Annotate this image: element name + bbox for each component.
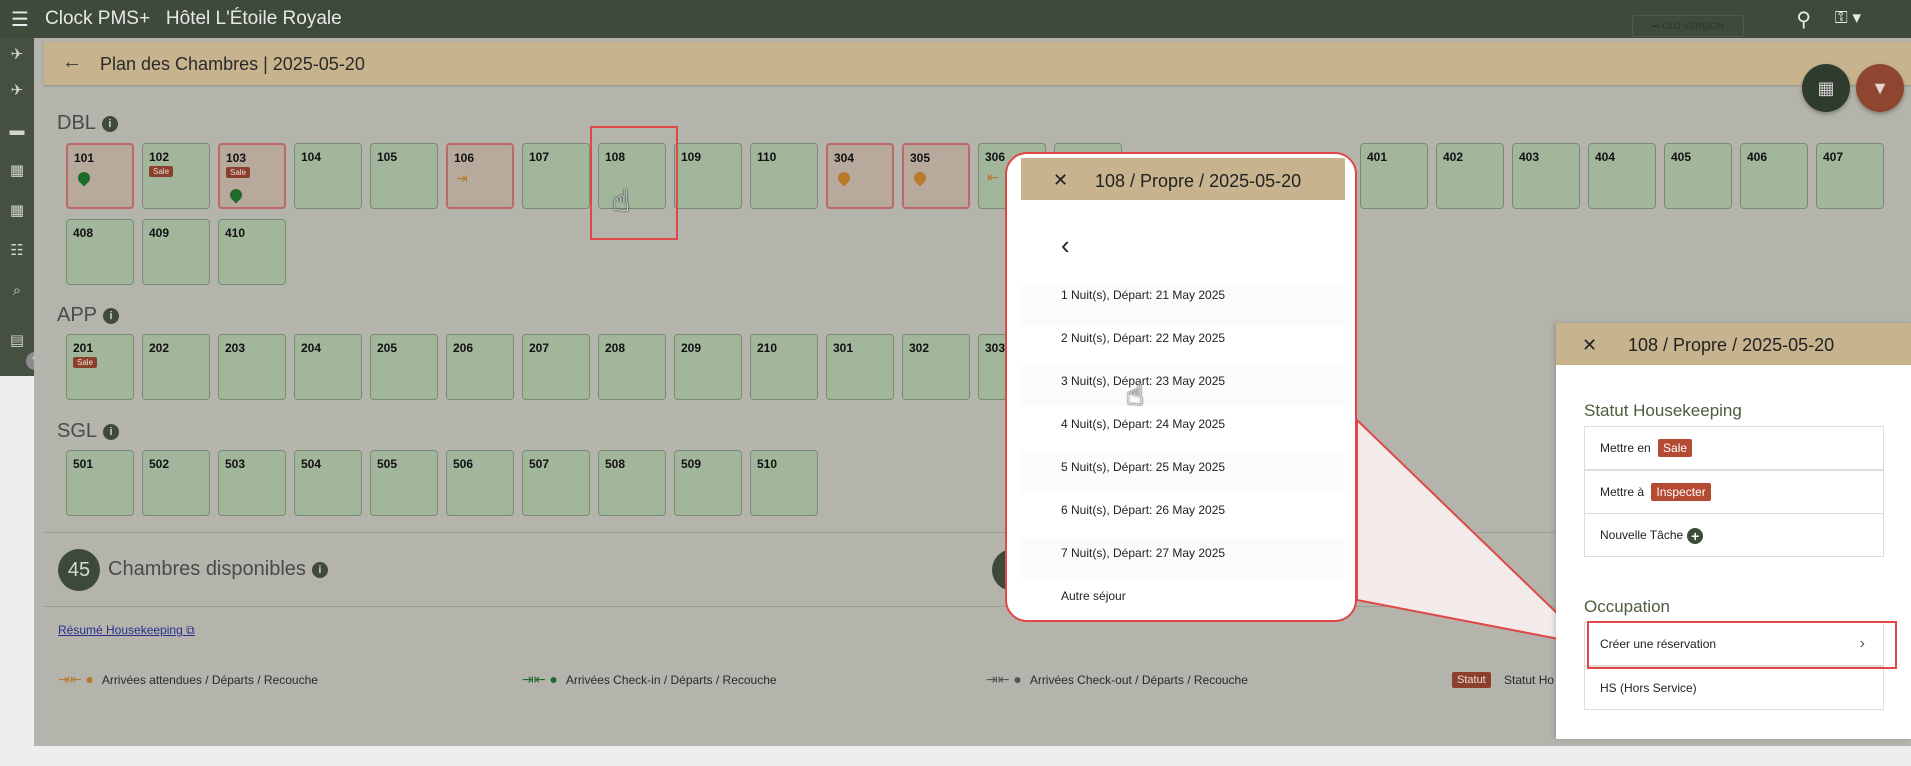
add-icon: + [1687, 528, 1704, 544]
stay-option[interactable]: 4 Nuit(s), Départ: 24 May 2025 [1061, 417, 1225, 431]
sale-tag: Sale [1658, 439, 1693, 457]
stay-option[interactable]: 7 Nuit(s), Départ: 27 May 2025 [1061, 546, 1225, 560]
housekeeping-heading: Statut Housekeeping [1584, 401, 1742, 420]
create-reservation-highlight [1587, 621, 1897, 669]
popup-header: ✕ 108 / Propre / 2025-05-20 [1021, 158, 1345, 200]
panel-header: ✕ 108 / Propre / 2025-05-20 [1556, 323, 1911, 365]
out-of-service-item[interactable]: HS (Hors Service) [1584, 666, 1884, 710]
chevron-left-icon[interactable]: ‹ [1061, 230, 1070, 261]
popup-title: 108 / Propre / 2025-05-20 [1095, 171, 1302, 191]
set-inspect-item[interactable]: Mettre à Inspecter [1584, 470, 1884, 514]
occupation-heading: Occupation [1584, 597, 1670, 616]
close-icon[interactable]: ✕ [1582, 335, 1597, 356]
other-stay-option[interactable]: Autre séjour [1061, 589, 1126, 603]
close-icon[interactable]: ✕ [1053, 170, 1068, 191]
stay-option[interactable]: 2 Nuit(s), Départ: 22 May 2025 [1061, 331, 1225, 345]
set-dirty-item[interactable]: Mettre en Sale [1584, 426, 1884, 470]
stay-option[interactable]: 1 Nuit(s), Départ: 21 May 2025 [1061, 288, 1225, 302]
panel-title: 108 / Propre / 2025-05-20 [1628, 335, 1835, 355]
stay-option[interactable]: 6 Nuit(s), Départ: 26 May 2025 [1061, 503, 1225, 517]
new-task-item[interactable]: Nouvelle Tâche + [1584, 513, 1884, 557]
room-detail-panel: ✕ 108 / Propre / 2025-05-20 Statut House… [1556, 323, 1911, 739]
stay-option[interactable]: 5 Nuit(s), Départ: 25 May 2025 [1061, 460, 1225, 474]
inspecter-tag: Inspecter [1651, 483, 1711, 501]
hand-cursor-icon: ☝ [1126, 379, 1145, 412]
stay-length-popup: ✕ 108 / Propre / 2025-05-20 ‹ 1 Nuit(s),… [1005, 152, 1357, 622]
